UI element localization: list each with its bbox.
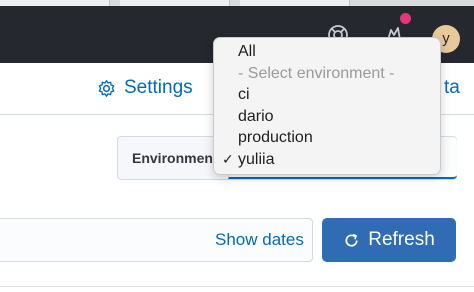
dropdown-option[interactable]: dario [214, 106, 440, 128]
dropdown-option: - Select environment - [214, 63, 440, 85]
refresh-icon [345, 233, 358, 247]
divider [0, 286, 474, 287]
dropdown-option[interactable]: ci [214, 84, 440, 106]
show-dates-button[interactable]: Show dates [215, 230, 304, 250]
notification-dot [400, 13, 411, 24]
gear-icon [98, 79, 115, 97]
settings-label: Settings [124, 77, 193, 98]
app-page: y Settings ta Environment Show dates Ref… [0, 0, 474, 292]
refresh-button[interactable]: Refresh [322, 218, 456, 262]
dropdown-option[interactable]: ✓ yuliia [214, 149, 440, 171]
dropdown-option-label: All [238, 43, 256, 60]
dropdown-option-label: - Select environment - [238, 64, 395, 82]
dropdown-option-label: ci [238, 86, 250, 103]
dropdown-option[interactable]: production [214, 127, 440, 149]
refresh-label: Refresh [368, 229, 435, 250]
environment-dropdown-menu: All - Select environment - ci dario producti… [213, 37, 441, 175]
data-link[interactable]: ta [444, 77, 460, 99]
dropdown-option-label: dario [238, 107, 274, 125]
dropdown-option-label: yuliia [238, 150, 275, 168]
settings-link[interactable]: Settings [97, 77, 193, 99]
environment-label: Environment [132, 150, 218, 166]
checkmark-icon: ✓ [222, 150, 234, 167]
dropdown-option-label: production [238, 129, 313, 146]
dropdown-option[interactable]: All [214, 41, 440, 63]
